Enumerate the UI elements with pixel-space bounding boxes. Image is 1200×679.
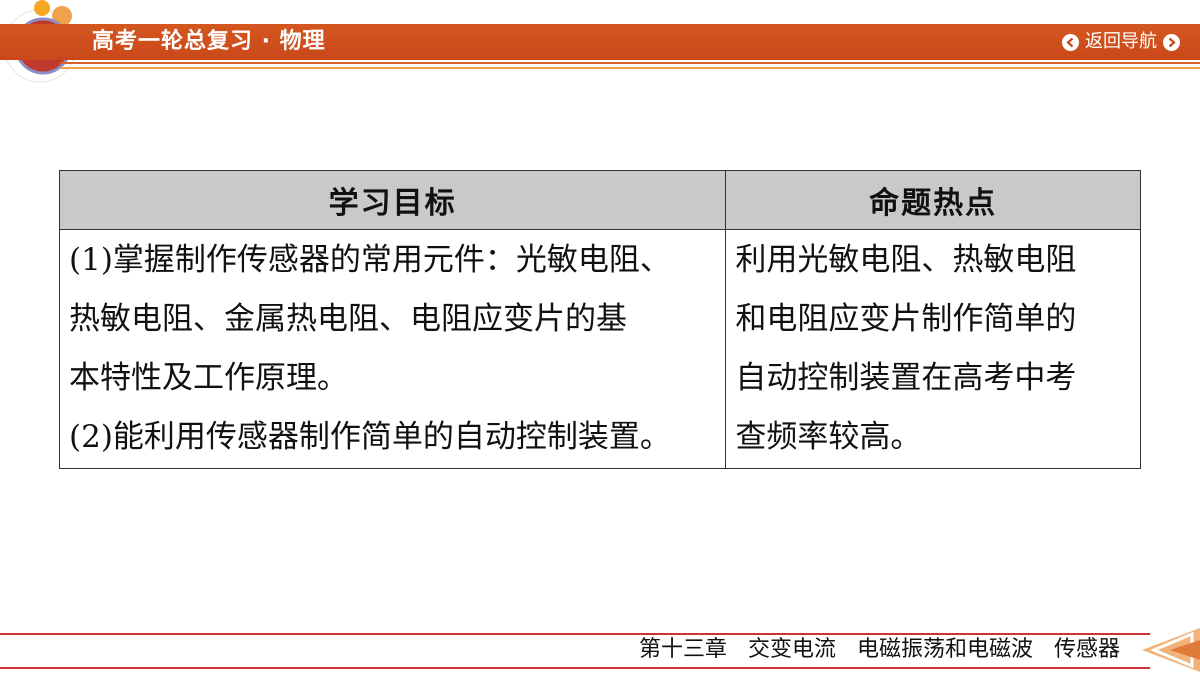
header-learning-objectives: 学习目标 (58, 170, 727, 230)
header-divider (60, 62, 1200, 64)
arrow-left-icon[interactable] (1062, 33, 1079, 51)
previous-page-arrow-icon[interactable] (1134, 620, 1200, 675)
hotspots-cell: 利用光敏电阻、热敏电阻 和电阻应变片制作简单的 自动控制装置在高考中考 查频率较… (725, 229, 1141, 469)
back-navigation-label[interactable]: 返回导航 (1085, 24, 1157, 60)
objectives-cell: (1)掌握制作传感器的常用元件：光敏电阻、 热敏电阻、金属热电阻、电阻应变片的基… (58, 229, 727, 469)
arrow-right-icon[interactable] (1163, 33, 1180, 51)
footer-divider-bottom (0, 667, 1150, 669)
table-row: (1)掌握制作传感器的常用元件：光敏电阻、 热敏电阻、金属热电阻、电阻应变片的基… (58, 229, 1141, 469)
hotspots-text: 利用光敏电阻、热敏电阻 和电阻应变片制作简单的 自动控制装置在高考中考 查频率较… (735, 242, 1077, 455)
objectives-table: 学习目标 命题热点 (1)掌握制作传感器的常用元件：光敏电阻、 热敏电阻、金属热… (58, 170, 1141, 469)
table-header-row: 学习目标 命题热点 (58, 170, 1141, 230)
header-divider-accent (60, 67, 1200, 69)
chapter-footer: 第十三章 交变电流 电磁振荡和电磁波 传感器 (639, 637, 1120, 662)
page-title: 高考一轮总复习 · 物理 (92, 29, 326, 54)
objectives-text: (1)掌握制作传感器的常用元件：光敏电阻、 热敏电阻、金属热电阻、电阻应变片的基… (69, 242, 671, 455)
header-exam-hotspots: 命题热点 (725, 170, 1141, 230)
back-navigation-button[interactable]: 返回导航 (1062, 24, 1180, 60)
